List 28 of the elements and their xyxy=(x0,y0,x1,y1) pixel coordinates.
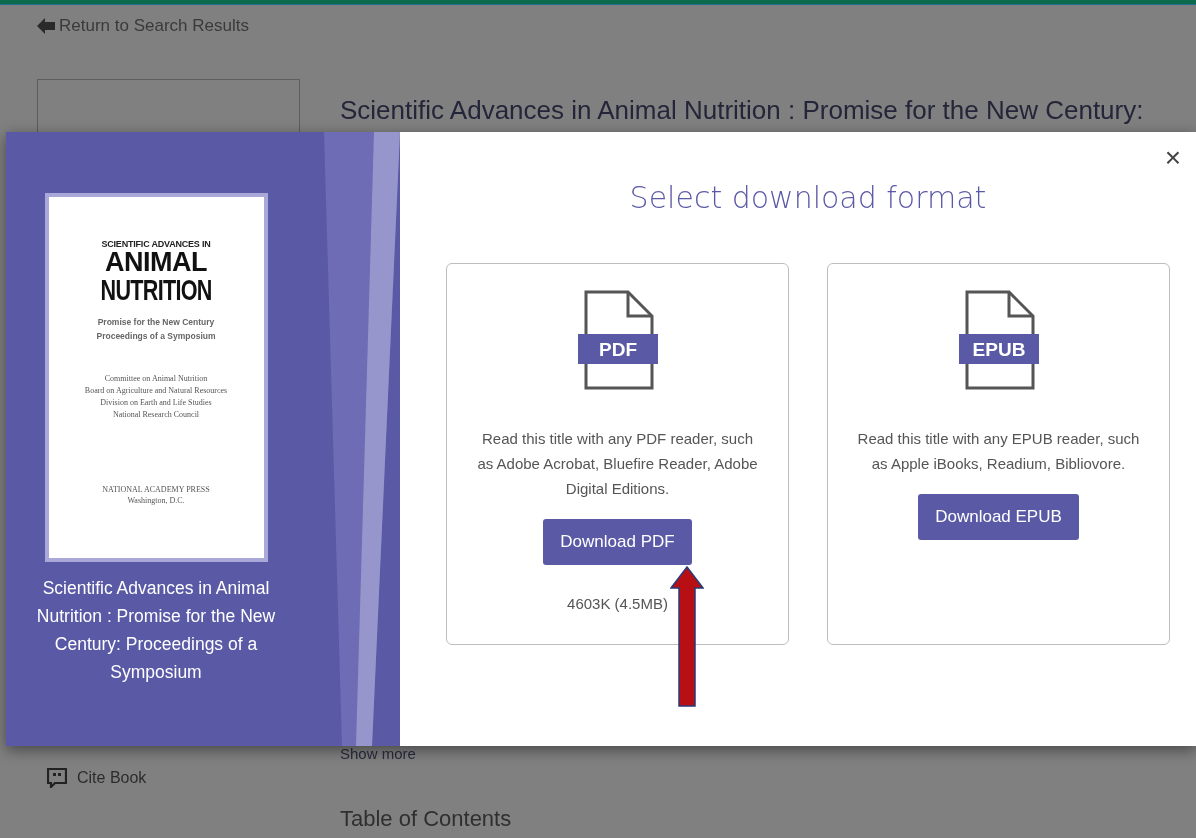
cover-author: Committee on Animal Nutrition xyxy=(104,373,208,384)
back-arrow-icon xyxy=(37,18,55,34)
cover-title: ANIMAL xyxy=(105,249,207,275)
dialog-title: Select download format xyxy=(629,180,987,215)
cover-title: NUTRITION xyxy=(100,275,212,305)
cover-author: National Research Council xyxy=(112,409,200,420)
format-description: Read this title with any PDF reader, such as Adobe Acrobat, Bluefire Reader, Adobe Digital Editions. xyxy=(476,429,759,499)
format-description: Read this title with any EPUB reader, such as Apple iBooks, Readium, Bibliovore. xyxy=(856,429,1141,474)
cover-author: Board on Agriculture and Natural Resources xyxy=(84,385,228,396)
cover-publisher: NATIONAL ACADEMY PRESS xyxy=(102,484,210,495)
file-size: 4603K (4.5MB) xyxy=(567,595,668,612)
quote-icon xyxy=(47,768,67,788)
download-button[interactable]: Download EPUB xyxy=(918,494,1079,540)
back-link[interactable]: Return to Search Results xyxy=(37,13,1196,39)
cite-book-text[interactable]: Cite Book xyxy=(77,769,147,787)
cover-place: Washington, D.C. xyxy=(127,495,185,506)
toc-heading: Table of Contents xyxy=(340,806,512,832)
cover-subtitle: Promise for the New Century xyxy=(97,316,215,329)
cover-subtitle: Proceedings of a Symposium xyxy=(96,330,216,343)
show-more-link[interactable]: Show more xyxy=(340,745,416,762)
back-link-text[interactable]: Return to Search Results xyxy=(59,16,249,36)
book-caption: Scientific Advances in Animal Nutrition : Promise for the New Century: Proceedings of a Symposium xyxy=(35,577,277,684)
close-button[interactable]: × xyxy=(1164,144,1181,172)
cite-book-link[interactable]: Cite Book xyxy=(47,768,147,788)
download-button[interactable]: Download PDF xyxy=(543,519,692,565)
cover-kicker: SCIENTIFIC ADVANCES IN xyxy=(101,239,211,249)
cover-author: Division on Earth and Life Studies xyxy=(100,397,212,408)
book-title: Scientific Advances in Animal Nutrition : Promise for the New Century: xyxy=(340,95,1145,126)
